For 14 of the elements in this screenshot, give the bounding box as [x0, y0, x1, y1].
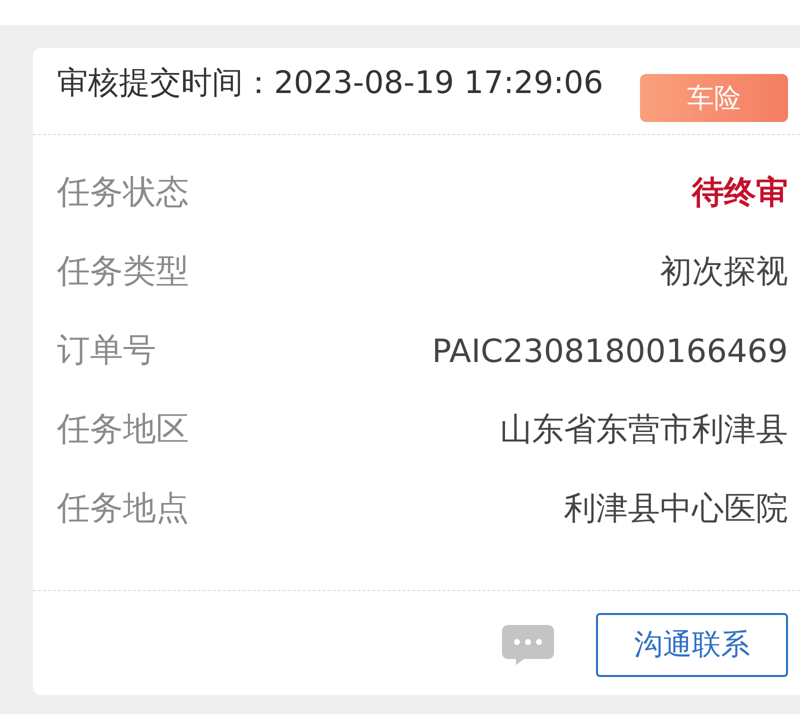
- field-value: 利津县中心医院: [564, 488, 788, 528]
- field-label: 任务状态: [57, 171, 189, 213]
- field-label: 订单号: [57, 329, 156, 371]
- contact-button[interactable]: 沟通联系: [596, 613, 788, 677]
- field-label: 任务地区: [57, 408, 189, 450]
- insurance-tag: 车险: [640, 74, 788, 122]
- field-value: 初次探视: [660, 250, 788, 292]
- submit-time: 审核提交时间：2023-08-19 17:29:06: [57, 64, 604, 103]
- field-label: 任务类型: [57, 250, 189, 292]
- field-value: 山东省东营市利津县: [500, 408, 788, 450]
- field-label: 任务地点: [57, 487, 189, 529]
- status-value: 待终审: [692, 172, 788, 212]
- field-value: PAIC23081800166469: [432, 332, 788, 370]
- chat-icon[interactable]: [502, 625, 554, 665]
